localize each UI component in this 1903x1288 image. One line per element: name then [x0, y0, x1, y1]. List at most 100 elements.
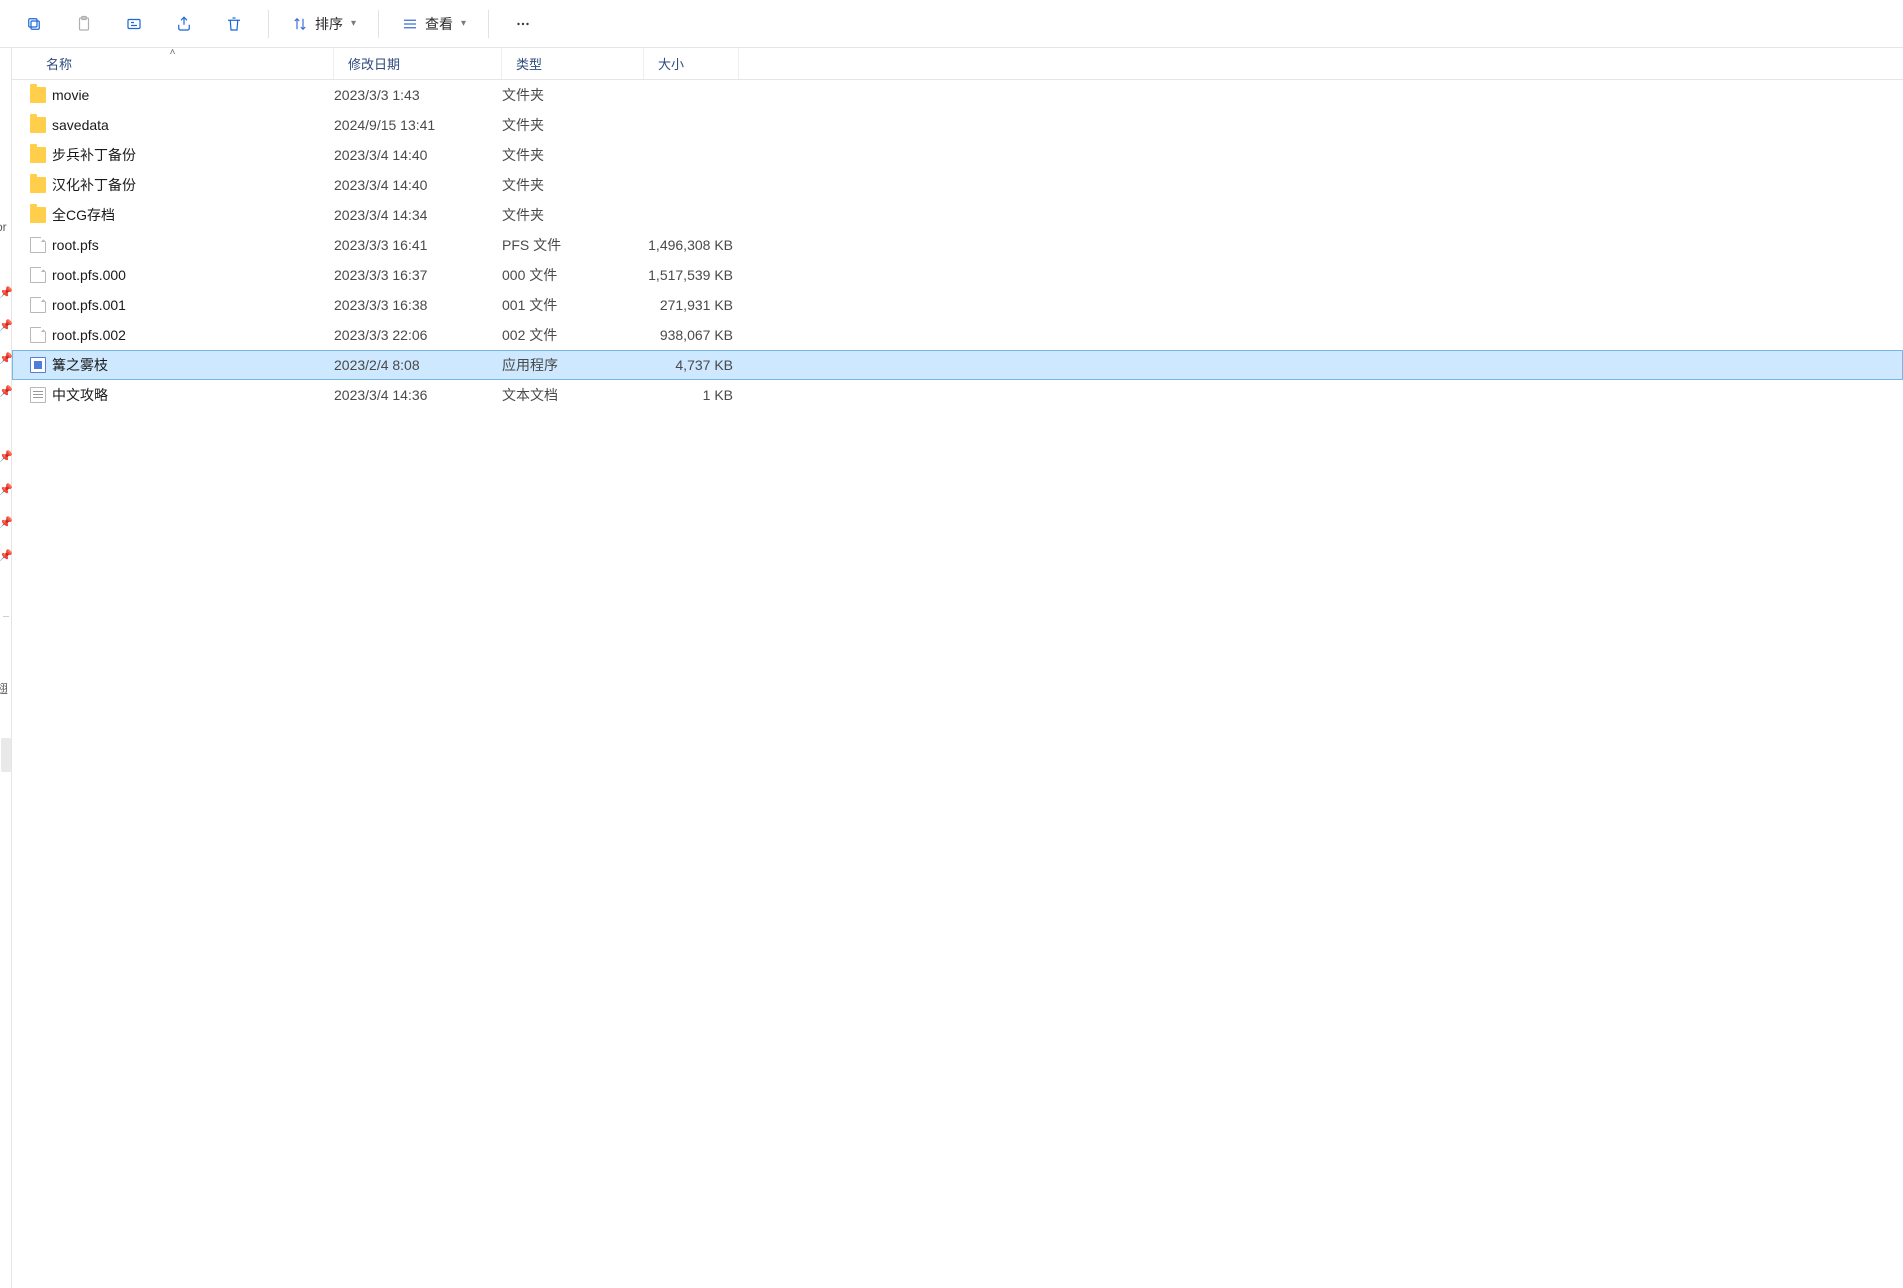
share-button[interactable] [162, 6, 206, 42]
file-size: 271,931 KB [644, 297, 739, 313]
col-header-date[interactable]: 修改日期 [334, 48, 502, 79]
column-headers: ˄ 名称 修改日期 类型 大小 [12, 48, 1903, 80]
file-row[interactable]: root.pfs.0012023/3/3 16:38001 文件271,931 … [12, 290, 1903, 320]
file-row[interactable]: 汉化补丁备份2023/3/4 14:40文件夹 [12, 170, 1903, 200]
toolbar-separator [378, 10, 379, 38]
file-name: 中文攻略 [52, 385, 334, 405]
nav-tree-strip[interactable]: or 📌 📌 📌 📌 📌 📌 📌 📌 翅 [0, 48, 12, 1288]
file-row[interactable]: 中文攻略2023/3/4 14:36文本文档1 KB [12, 380, 1903, 410]
file-size: 1,517,539 KB [644, 267, 739, 283]
view-dropdown[interactable]: 查看 ▾ [391, 6, 476, 42]
file-row[interactable]: savedata2024/9/15 13:41文件夹 [12, 110, 1903, 140]
file-date: 2023/3/4 14:34 [334, 207, 502, 223]
file-type: 文件夹 [502, 115, 644, 135]
file-date: 2023/3/3 16:38 [334, 297, 502, 313]
file-type: 文件夹 [502, 175, 644, 195]
toolbar-separator [488, 10, 489, 38]
col-header-date-label: 修改日期 [348, 54, 400, 73]
file-date: 2023/3/3 16:37 [334, 267, 502, 283]
file-name: savedata [52, 117, 334, 133]
file-type: PFS 文件 [502, 235, 644, 255]
folder-icon [30, 177, 52, 193]
file-row[interactable]: root.pfs.0022023/3/3 22:06002 文件938,067 … [12, 320, 1903, 350]
file-type: 002 文件 [502, 325, 644, 345]
file-icon [30, 327, 52, 343]
file-type: 001 文件 [502, 295, 644, 315]
paste-button[interactable] [62, 6, 106, 42]
exe-icon [30, 357, 52, 373]
paste-icon [75, 15, 93, 33]
file-type: 000 文件 [502, 265, 644, 285]
folder-icon [30, 147, 52, 163]
sort-dropdown[interactable]: 排序 ▾ [281, 6, 366, 42]
chevron-down-icon: ▾ [461, 18, 466, 29]
col-header-size[interactable]: 大小 [644, 48, 739, 79]
file-date: 2023/3/4 14:40 [334, 177, 502, 193]
pin-icon: 📌 [0, 387, 13, 398]
pin-icon: 📌 [0, 452, 13, 463]
share-icon [175, 15, 193, 33]
txt-icon [30, 387, 52, 403]
copy-button[interactable] [12, 6, 56, 42]
copy-icon [25, 15, 43, 33]
file-date: 2023/3/4 14:40 [334, 147, 502, 163]
file-date: 2023/3/3 16:41 [334, 237, 502, 253]
pin-icon: 📌 [0, 354, 13, 365]
col-header-name[interactable]: ˄ 名称 [12, 48, 334, 79]
file-row[interactable]: root.pfs2023/3/3 16:41PFS 文件1,496,308 KB [12, 230, 1903, 260]
pin-icon: 📌 [0, 485, 13, 496]
file-row[interactable]: 全CG存档2023/3/4 14:34文件夹 [12, 200, 1903, 230]
file-type: 文件夹 [502, 145, 644, 165]
file-name: 全CG存档 [52, 205, 334, 225]
folder-icon [30, 207, 52, 223]
trash-icon [225, 15, 243, 33]
file-date: 2024/9/15 13:41 [334, 117, 502, 133]
file-name: root.pfs.001 [52, 297, 334, 313]
file-type: 文件夹 [502, 205, 644, 225]
file-type: 应用程序 [502, 355, 644, 375]
pin-icon: 📌 [0, 321, 13, 332]
sort-asc-icon: ˄ [170, 48, 176, 58]
file-date: 2023/3/3 22:06 [334, 327, 502, 343]
file-name: 篝之雾枝 [52, 355, 334, 375]
sort-label: 排序 [315, 14, 343, 34]
pin-icon: 📌 [0, 518, 13, 529]
file-name: root.pfs [52, 237, 334, 253]
delete-button[interactable] [212, 6, 256, 42]
nav-scrollbar-thumb[interactable] [1, 738, 11, 772]
file-date: 2023/3/3 1:43 [334, 87, 502, 103]
folder-icon [30, 117, 52, 133]
file-row[interactable]: 步兵补丁备份2023/3/4 14:40文件夹 [12, 140, 1903, 170]
file-name: 步兵补丁备份 [52, 145, 334, 165]
rename-button[interactable] [112, 6, 156, 42]
file-row[interactable]: 篝之雾枝2023/2/4 8:08应用程序4,737 KB [12, 350, 1903, 380]
pin-icon: 📌 [0, 551, 13, 562]
file-name: root.pfs.002 [52, 327, 334, 343]
toolbar-separator [268, 10, 269, 38]
folder-icon [30, 87, 52, 103]
file-date: 2023/3/4 14:36 [334, 387, 502, 403]
nav-fragment: 翅 [0, 680, 8, 697]
more-button[interactable] [501, 6, 545, 42]
file-row[interactable]: root.pfs.0002023/3/3 16:37000 文件1,517,53… [12, 260, 1903, 290]
chevron-down-icon: ▾ [351, 18, 356, 29]
file-icon [30, 237, 52, 253]
file-icon [30, 297, 52, 313]
nav-fragment: or [0, 220, 7, 234]
pin-icon: 📌 [0, 288, 13, 299]
file-list[interactable]: movie2023/3/3 1:43文件夹savedata2024/9/15 1… [12, 80, 1903, 410]
rename-icon [125, 15, 143, 33]
file-icon [30, 267, 52, 283]
file-name: 汉化补丁备份 [52, 175, 334, 195]
file-name: root.pfs.000 [52, 267, 334, 283]
file-row[interactable]: movie2023/3/3 1:43文件夹 [12, 80, 1903, 110]
file-type: 文本文档 [502, 385, 644, 405]
col-header-size-label: 大小 [658, 54, 684, 73]
file-size: 1,496,308 KB [644, 237, 739, 253]
col-header-type[interactable]: 类型 [502, 48, 644, 79]
main-area: or 📌 📌 📌 📌 📌 📌 📌 📌 翅 ˄ 名称 修改日期 类型 大小 [0, 48, 1903, 1288]
toolbar: 排序 ▾ 查看 ▾ [0, 0, 1903, 48]
file-date: 2023/2/4 8:08 [334, 357, 502, 373]
col-header-type-label: 类型 [516, 54, 542, 73]
nav-dash [3, 616, 9, 617]
